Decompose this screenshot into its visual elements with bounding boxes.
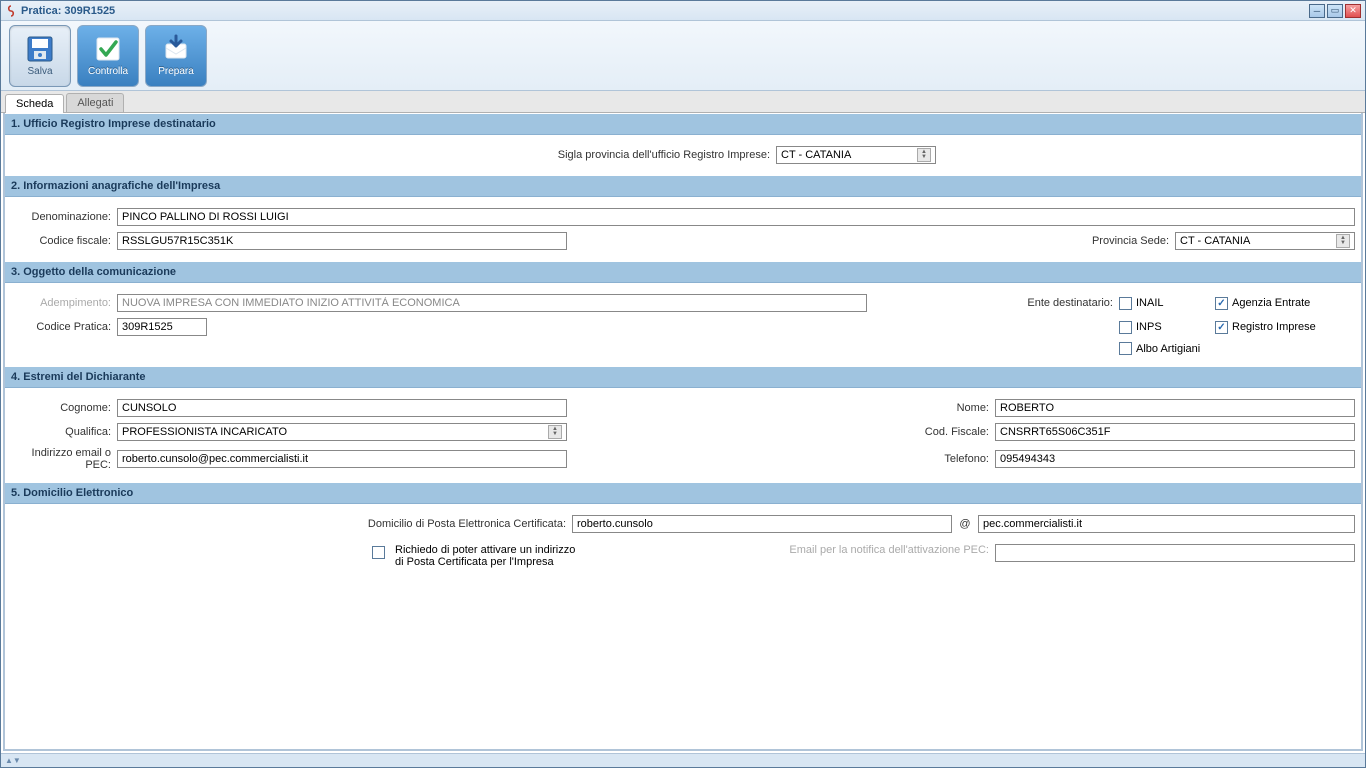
provsede-combo[interactable]: CT - CATANIA ▲▼ [1175,232,1355,250]
dom-label: Domicilio di Posta Elettronica Certifica… [11,518,566,530]
section2-header: 2. Informazioni anagrafiche dell'Impresa [5,175,1361,197]
window-title: Pratica: 309R1525 [21,5,1309,17]
window: Pratica: 309R1525 ─ ▭ ✕ Salva Controlla … [0,0,1366,768]
registro-checkbox[interactable] [1215,321,1228,334]
codf-label: Cod. Fiscale: [889,426,989,438]
maximize-button[interactable]: ▭ [1327,4,1343,18]
resize-grip-icon: ▲▼ [5,756,21,765]
qualifica-label: Qualifica: [11,426,111,438]
albo-checkbox[interactable] [1119,342,1132,355]
agenzia-checkbox[interactable] [1215,297,1228,310]
dom-local-input[interactable] [572,515,952,533]
spinner-icon[interactable]: ▲▼ [548,425,562,439]
inail-checkbox[interactable] [1119,297,1132,310]
richiedo-checkbox[interactable] [372,546,385,559]
richiedo-label: Richiedo di poter attivare un indirizzo … [395,544,585,568]
adempimento-input [117,294,867,312]
pec-input[interactable] [117,450,567,468]
inps-checkbox[interactable] [1119,321,1132,334]
codf-input[interactable] [995,423,1355,441]
spinner-icon[interactable]: ▲▼ [1336,234,1350,248]
dom-domain-input[interactable] [978,515,1355,533]
pec-label: Indirizzo email o PEC: [11,447,111,471]
statusbar: ▲▼ [1,753,1365,767]
qualifica-combo[interactable]: PROFESSIONISTA INCARICATO ▲▼ [117,423,567,441]
check-icon [91,34,125,64]
controlla-button[interactable]: Controlla [77,25,139,87]
tab-allegati[interactable]: Allegati [66,93,124,112]
registro-label: Registro Imprese [1232,321,1316,333]
agenzia-label: Agenzia Entrate [1232,297,1310,309]
content: 1. Ufficio Registro Imprese destinatario… [3,113,1363,751]
minimize-button[interactable]: ─ [1309,4,1325,18]
inail-label: INAIL [1136,297,1164,309]
ente-label: Ente destinatario: [1013,297,1113,309]
section5-header: 5. Domicilio Elettronico [5,482,1361,504]
save-icon [23,34,57,64]
codicepratica-input[interactable] [117,318,207,336]
salva-label: Salva [27,66,52,77]
cognome-input[interactable] [117,399,567,417]
inps-label: INPS [1136,321,1162,333]
section4-header: 4. Estremi del Dichiarante [5,366,1361,388]
salva-button[interactable]: Salva [9,25,71,87]
sigla-label: Sigla provincia dell'ufficio Registro Im… [430,149,770,161]
controlla-label: Controlla [88,66,128,77]
close-button[interactable]: ✕ [1345,4,1361,18]
tab-scheda[interactable]: Scheda [5,94,64,113]
denominazione-label: Denominazione: [11,211,111,223]
cf-label: Codice fiscale: [11,235,111,247]
toolbar: Salva Controlla Prepara [1,21,1365,91]
notifica-label: Email per la notifica dell'attivazione P… [769,544,989,556]
sigla-combo[interactable]: CT - CATANIA ▲▼ [776,146,936,164]
notifica-input[interactable] [995,544,1355,562]
titlebar: Pratica: 309R1525 ─ ▭ ✕ [1,1,1365,21]
nome-label: Nome: [889,402,989,414]
section1-header: 1. Ufficio Registro Imprese destinatario [5,113,1361,135]
tel-input[interactable] [995,450,1355,468]
sigla-value: CT - CATANIA [781,149,851,161]
nome-input[interactable] [995,399,1355,417]
albo-label: Albo Artigiani [1136,343,1200,355]
denominazione-input[interactable] [117,208,1355,226]
tabstrip: Scheda Allegati [1,91,1365,113]
codicepratica-label: Codice Pratica: [11,321,111,333]
cognome-label: Cognome: [11,402,111,414]
prepara-button[interactable]: Prepara [145,25,207,87]
adempimento-label: Adempimento: [11,297,111,309]
provsede-value: CT - CATANIA [1180,235,1250,247]
spinner-icon[interactable]: ▲▼ [917,148,931,162]
section3-header: 3. Oggetto della comunicazione [5,261,1361,283]
tel-label: Telefono: [889,453,989,465]
at-label: @ [958,518,972,530]
prepara-label: Prepara [158,66,194,77]
qualifica-value: PROFESSIONISTA INCARICATO [122,426,287,438]
provsede-label: Provincia Sede: [1069,235,1169,247]
cf-input[interactable] [117,232,567,250]
app-icon [5,5,17,17]
prepare-icon [159,34,193,64]
window-controls: ─ ▭ ✕ [1309,4,1361,18]
